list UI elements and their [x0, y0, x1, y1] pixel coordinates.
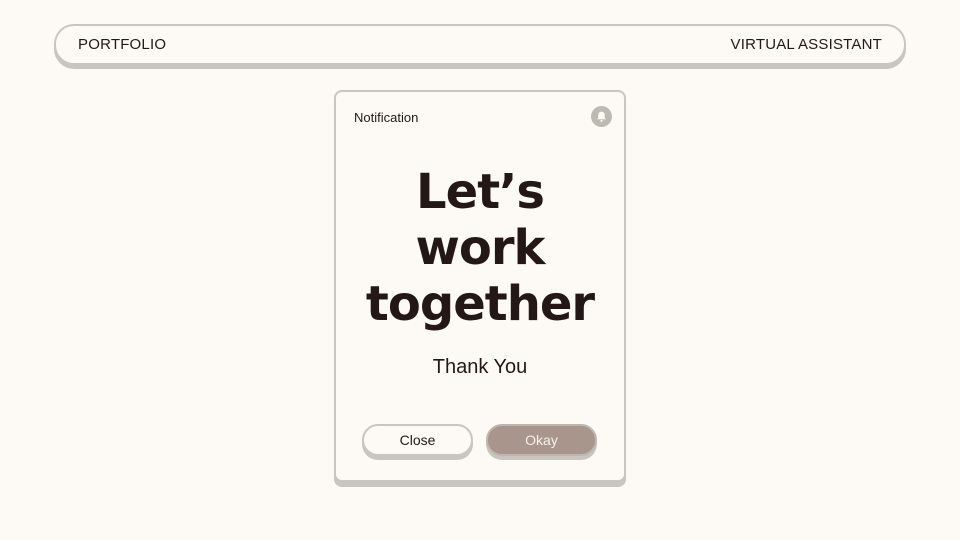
okay-button-label: Okay	[525, 432, 558, 448]
close-button-label: Close	[399, 432, 436, 448]
okay-button[interactable]: Okay	[486, 424, 597, 456]
bell-icon[interactable]	[591, 106, 612, 127]
notification-header: Notification	[354, 106, 612, 127]
headline-line: work	[415, 220, 546, 276]
portfolio-link[interactable]: PORTFOLIO	[78, 36, 166, 53]
headline-line: Let’s	[416, 164, 545, 220]
thank-you-text: Thank You	[432, 356, 528, 378]
notification-title: Notification	[354, 110, 419, 125]
notification-dialog: Notification Let’s work together Thank Y…	[334, 90, 626, 482]
headline: Let’s work together	[336, 164, 624, 332]
close-button[interactable]: Close	[362, 424, 473, 456]
top-nav-bar: PORTFOLIO VIRTUAL ASSISTANT	[54, 24, 906, 65]
headline-line: together	[365, 276, 595, 332]
virtual-assistant-link[interactable]: VIRTUAL ASSISTANT	[731, 36, 883, 53]
